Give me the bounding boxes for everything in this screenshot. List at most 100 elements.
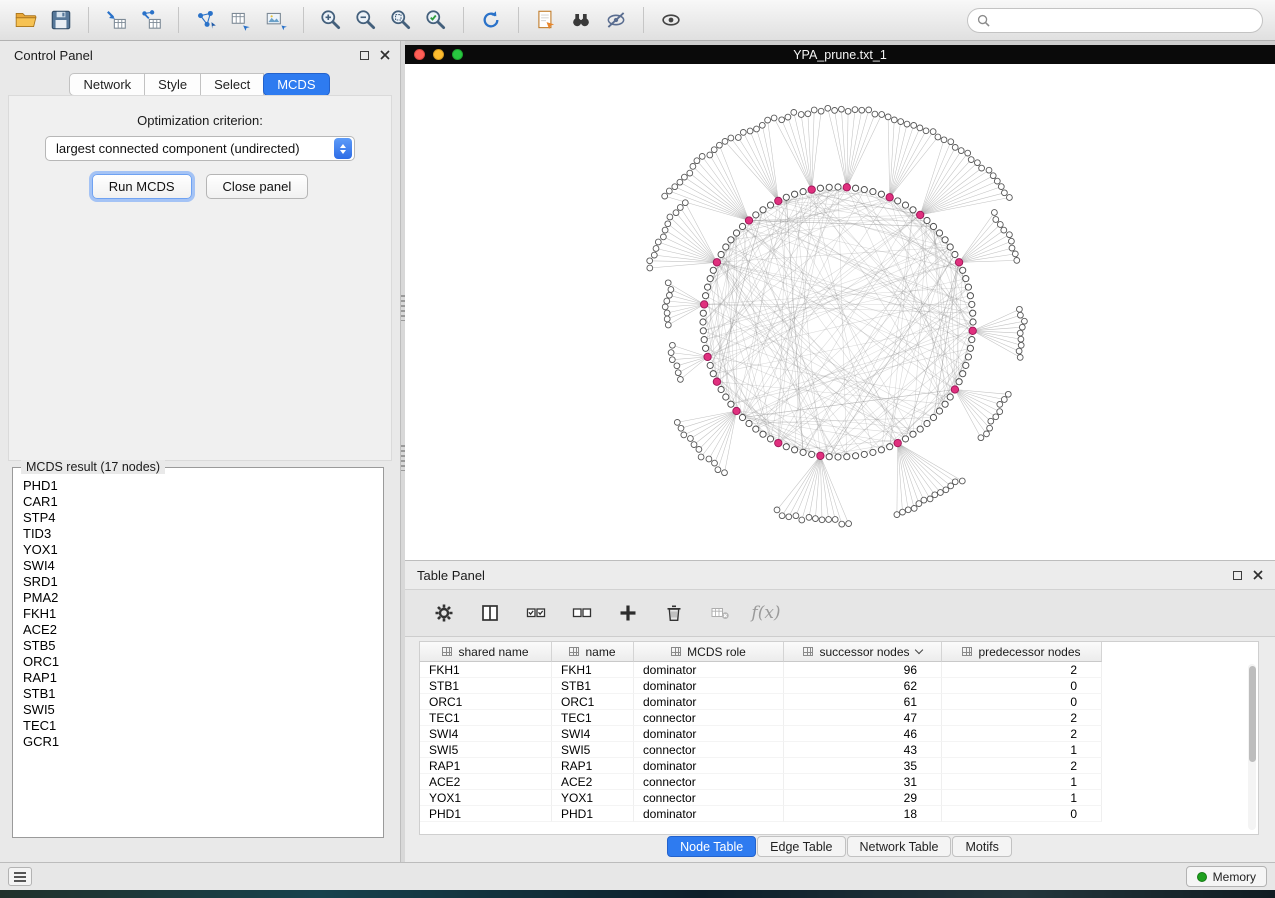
mcds-result-item[interactable]: PHD1 [23, 478, 379, 494]
table-cell[interactable]: ORC1 [420, 694, 552, 710]
mcds-result-item[interactable]: PMA2 [23, 590, 379, 606]
mcds-result-item[interactable]: TID3 [23, 526, 379, 542]
table-cell[interactable]: ACE2 [552, 774, 634, 790]
tab-network[interactable]: Network [69, 73, 145, 96]
search-box[interactable] [967, 8, 1263, 33]
network-window-titlebar[interactable]: YPA_prune.txt_1 [405, 45, 1275, 64]
table-cell[interactable]: 1 [942, 790, 1102, 806]
table-row[interactable]: RAP1RAP1dominator352 [420, 758, 1258, 774]
export-network-button[interactable] [192, 6, 220, 34]
mcds-result-item[interactable]: ORC1 [23, 654, 379, 670]
table-cell[interactable]: STB1 [552, 678, 634, 694]
table-cell[interactable]: 0 [942, 806, 1102, 822]
delete-table-button[interactable] [707, 600, 733, 626]
table-cell[interactable]: 2 [942, 662, 1102, 678]
mcds-result-item[interactable]: SWI5 [23, 702, 379, 718]
network-graph[interactable] [405, 64, 1273, 560]
table-cell[interactable]: 2 [942, 710, 1102, 726]
table-row[interactable]: PHD1PHD1dominator180 [420, 806, 1258, 822]
open-session-button[interactable] [12, 6, 40, 34]
table-tab-network-table[interactable]: Network Table [847, 836, 952, 857]
table-cell[interactable]: ACE2 [420, 774, 552, 790]
table-cell[interactable]: dominator [634, 726, 784, 742]
mcds-result-item[interactable]: CAR1 [23, 494, 379, 510]
table-cell[interactable]: connector [634, 742, 784, 758]
table-row[interactable]: YOX1YOX1connector291 [420, 790, 1258, 806]
close-panel-icon[interactable] [1253, 570, 1263, 580]
tab-mcds[interactable]: MCDS [263, 73, 329, 96]
table-settings-button[interactable] [431, 600, 457, 626]
table-cell[interactable]: connector [634, 710, 784, 726]
table-cell[interactable]: dominator [634, 806, 784, 822]
mcds-result-item[interactable]: SWI4 [23, 558, 379, 574]
hide-graphics-button[interactable] [602, 6, 630, 34]
table-row[interactable]: SWI4SWI4dominator462 [420, 726, 1258, 742]
zoom-in-button[interactable] [317, 6, 345, 34]
save-session-button[interactable] [47, 6, 75, 34]
zoom-fit-button[interactable] [387, 6, 415, 34]
refresh-network-button[interactable] [477, 6, 505, 34]
mcds-result-item[interactable]: ACE2 [23, 622, 379, 638]
import-network-button[interactable] [137, 6, 165, 34]
mcds-result-item[interactable]: RAP1 [23, 670, 379, 686]
table-cell[interactable]: 2 [942, 726, 1102, 742]
table-tab-motifs[interactable]: Motifs [952, 836, 1011, 857]
table-scrollbar[interactable] [1248, 664, 1256, 830]
table-cell[interactable]: dominator [634, 694, 784, 710]
mcds-result-item[interactable]: STB1 [23, 686, 379, 702]
tab-style[interactable]: Style [144, 73, 201, 96]
zoom-out-button[interactable] [352, 6, 380, 34]
optimization-criterion-select[interactable]: largest connected component (undirected) [45, 136, 355, 161]
table-row[interactable]: ORC1ORC1dominator610 [420, 694, 1258, 710]
table-cell[interactable]: YOX1 [420, 790, 552, 806]
show-columns-button[interactable] [477, 600, 503, 626]
table-cell[interactable]: 2 [942, 758, 1102, 774]
mcds-result-item[interactable]: GCR1 [23, 734, 379, 750]
column-header-name[interactable]: name [552, 642, 634, 662]
table-tab-node-table[interactable]: Node Table [667, 836, 756, 857]
column-header-mcds-role[interactable]: MCDS role [634, 642, 784, 662]
table-cell[interactable]: SWI5 [420, 742, 552, 758]
delete-column-button[interactable] [661, 600, 687, 626]
table-cell[interactable]: 61 [784, 694, 942, 710]
table-row[interactable]: SWI5SWI5connector431 [420, 742, 1258, 758]
table-cell[interactable]: PHD1 [552, 806, 634, 822]
mcds-result-item[interactable]: TEC1 [23, 718, 379, 734]
close-panel-icon[interactable] [380, 50, 390, 60]
create-column-button[interactable] [615, 600, 641, 626]
table-cell[interactable]: STB1 [420, 678, 552, 694]
table-cell[interactable]: SWI4 [552, 726, 634, 742]
table-cell[interactable]: TEC1 [420, 710, 552, 726]
function-builder-button[interactable]: f(x) [753, 600, 779, 626]
table-cell[interactable]: connector [634, 774, 784, 790]
unselect-all-columns-button[interactable] [569, 600, 595, 626]
show-graphics-details-button[interactable] [657, 6, 685, 34]
mcds-result-item[interactable]: SRD1 [23, 574, 379, 590]
table-cell[interactable]: RAP1 [552, 758, 634, 774]
table-cell[interactable]: SWI5 [552, 742, 634, 758]
task-history-button[interactable] [8, 867, 32, 886]
table-cell[interactable]: dominator [634, 678, 784, 694]
table-row[interactable]: ACE2ACE2connector311 [420, 774, 1258, 790]
table-cell[interactable]: TEC1 [552, 710, 634, 726]
table-cell[interactable]: 0 [942, 678, 1102, 694]
table-cell[interactable]: FKH1 [420, 662, 552, 678]
table-row[interactable]: FKH1FKH1dominator962 [420, 662, 1258, 678]
memory-status-button[interactable]: Memory [1186, 866, 1267, 887]
import-table-button[interactable] [102, 6, 130, 34]
table-tab-edge-table[interactable]: Edge Table [757, 836, 845, 857]
table-cell[interactable]: 35 [784, 758, 942, 774]
table-cell[interactable]: dominator [634, 662, 784, 678]
tab-select[interactable]: Select [200, 73, 264, 96]
table-cell[interactable]: 46 [784, 726, 942, 742]
table-cell[interactable]: 1 [942, 774, 1102, 790]
mcds-result-item[interactable]: YOX1 [23, 542, 379, 558]
table-cell[interactable]: FKH1 [552, 662, 634, 678]
share-document-button[interactable] [532, 6, 560, 34]
table-cell[interactable]: 43 [784, 742, 942, 758]
table-cell[interactable]: YOX1 [552, 790, 634, 806]
mcds-result-list[interactable]: PHD1CAR1STP4TID3YOX1SWI4SRD1PMA2FKH1ACE2… [23, 478, 379, 833]
table-cell[interactable]: 1 [942, 742, 1102, 758]
close-panel-button[interactable]: Close panel [206, 174, 309, 199]
float-panel-icon[interactable] [1233, 571, 1242, 580]
